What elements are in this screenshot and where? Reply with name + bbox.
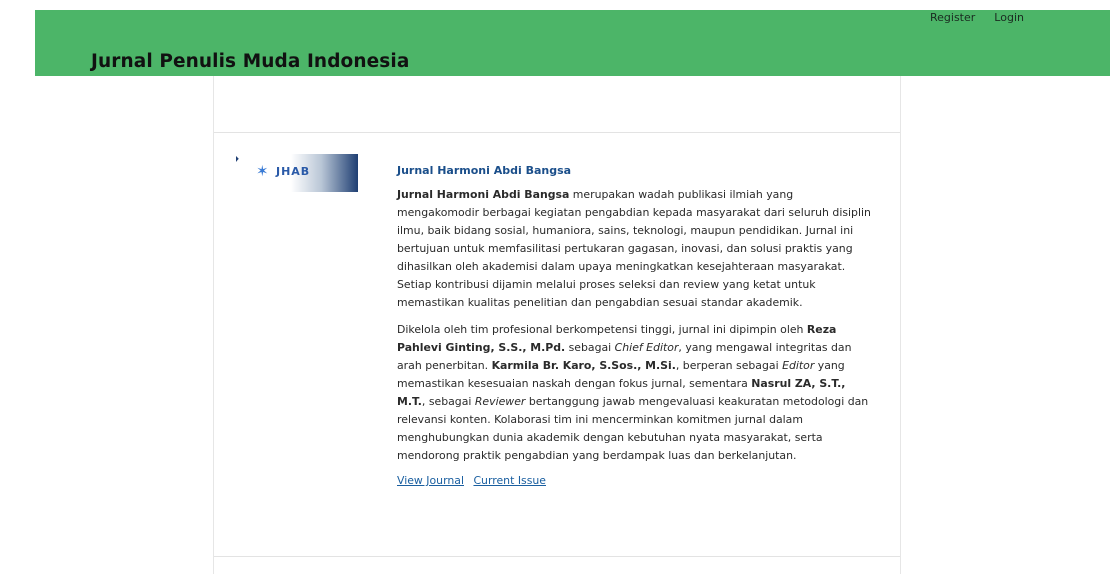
people-logo-icon: ✶ xyxy=(256,162,269,180)
journal-description-1: Jurnal Harmoni Abdi Bangsa merupakan wad… xyxy=(397,186,877,312)
journal-links: View Journal Current Issue xyxy=(397,474,877,487)
journal-thumbnail[interactable]: ✶ JHAB xyxy=(236,154,358,192)
description-text: Dikelola oleh tim profesional berkompete… xyxy=(397,323,807,336)
description-text: merupakan wadah publikasi ilmiah yang me… xyxy=(397,188,871,309)
user-nav: Register Login xyxy=(930,11,1024,24)
journal-title: Jurnal Harmoni Abdi Bangsa xyxy=(397,164,877,177)
description-text: , sebagai xyxy=(421,395,475,408)
site-header: Register Login Jurnal Penulis Muda Indon… xyxy=(35,10,1110,76)
divider xyxy=(214,556,900,557)
editor-name: Karmila Br. Karo, S.Sos., M.Si. xyxy=(491,359,676,372)
chief-editor-role: Chief Editor xyxy=(614,341,679,354)
description-text: sebagai xyxy=(565,341,615,354)
register-link[interactable]: Register xyxy=(930,11,975,24)
journal-title-link[interactable]: Jurnal Harmoni Abdi Bangsa xyxy=(397,164,571,177)
description-text: , berperan sebagai xyxy=(675,359,783,372)
journal-name-bold: Jurnal Harmoni Abdi Bangsa xyxy=(397,188,570,201)
editor-role: Editor xyxy=(782,359,815,372)
login-link[interactable]: Login xyxy=(994,11,1024,24)
main-content: ✶ JHAB Jurnal Harmoni Abdi Bangsa Jurnal… xyxy=(213,76,901,574)
journal-description-2: Dikelola oleh tim profesional berkompete… xyxy=(397,321,877,465)
site-title[interactable]: Jurnal Penulis Muda Indonesia xyxy=(91,51,409,72)
reviewer-role: Reviewer xyxy=(474,395,526,408)
view-journal-link[interactable]: View Journal xyxy=(397,474,464,487)
divider xyxy=(214,132,900,133)
current-issue-link[interactable]: Current Issue xyxy=(473,474,546,487)
logo-text: JHAB xyxy=(276,165,311,178)
journal-entry: Jurnal Harmoni Abdi Bangsa Jurnal Harmon… xyxy=(397,164,877,487)
